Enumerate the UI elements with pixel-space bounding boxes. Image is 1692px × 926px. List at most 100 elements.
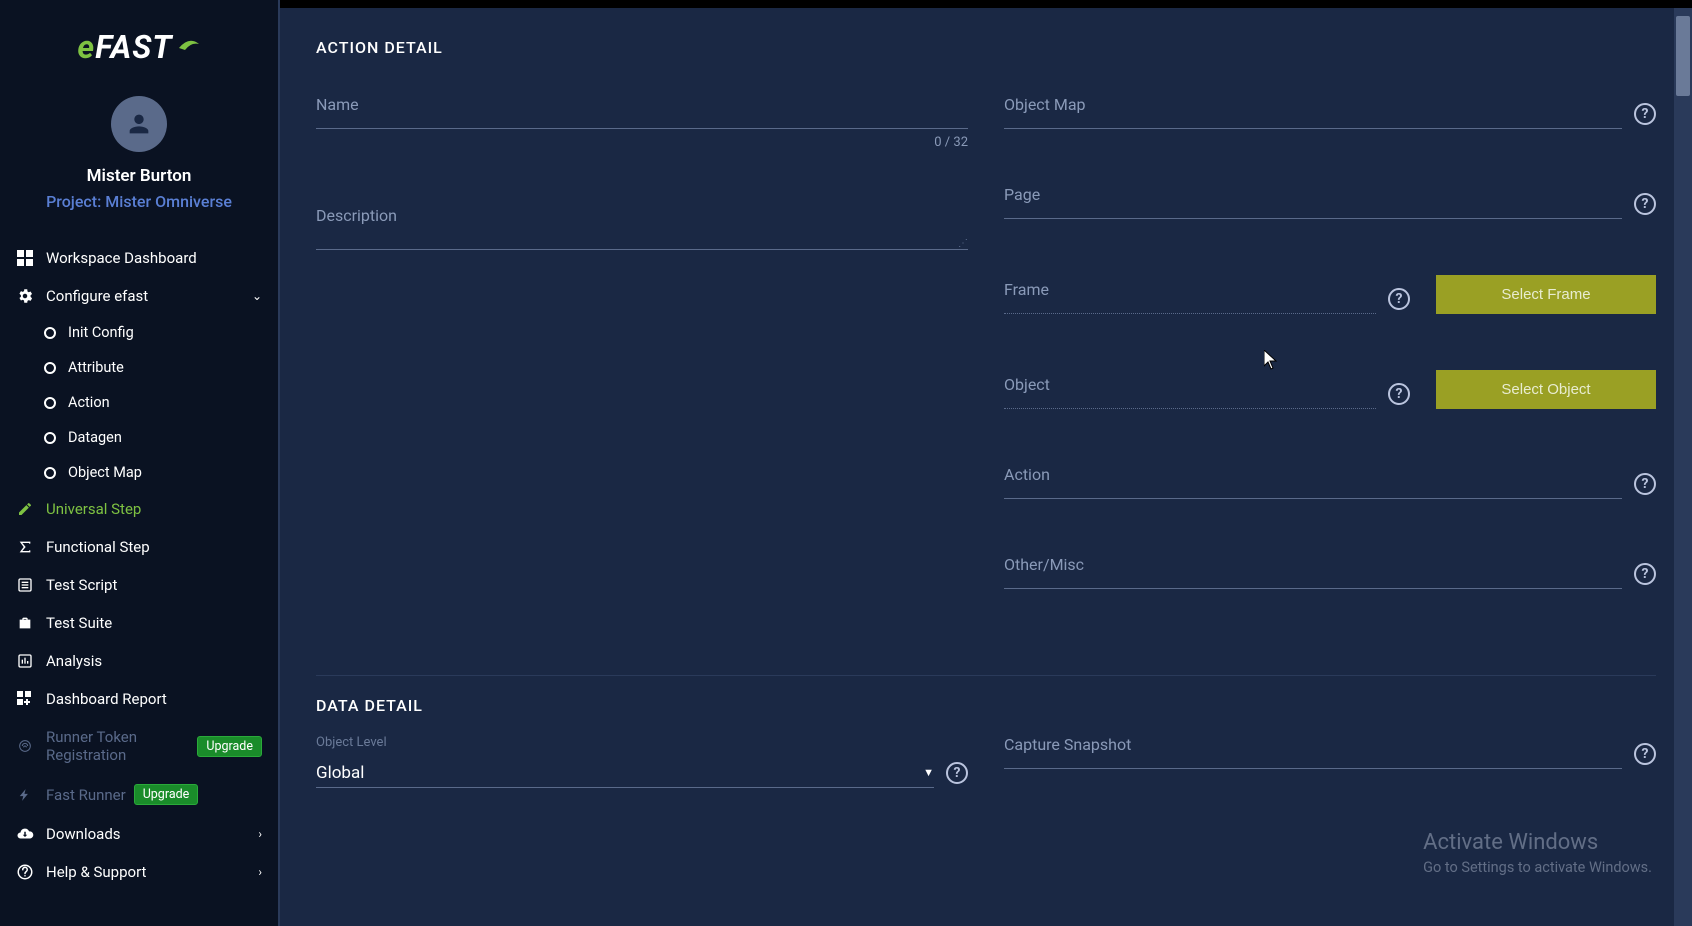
sidebar-item-label: Datagen: [68, 429, 122, 446]
logo-main: FAST: [95, 28, 172, 66]
list-icon: [16, 576, 34, 594]
help-icon[interactable]: ?: [1388, 288, 1410, 310]
sidebar-item-label: Analysis: [46, 652, 102, 670]
sidebar-item-label: Object Map: [68, 464, 142, 481]
object-field[interactable]: Object: [1004, 375, 1376, 409]
name-counter: 0 / 32: [316, 135, 968, 150]
sidebar-item-test-script[interactable]: Test Script: [0, 566, 278, 604]
avatar[interactable]: [111, 96, 167, 152]
chevron-down-icon: ⌄: [252, 289, 262, 303]
select-frame-button[interactable]: Select Frame: [1436, 275, 1656, 314]
object-input[interactable]: [1004, 375, 1376, 409]
sidebar-item-dashboard-report[interactable]: Dashboard Report: [0, 680, 278, 718]
action-input[interactable]: [1004, 465, 1622, 499]
object-level-value: Global: [316, 763, 364, 783]
help-icon[interactable]: ?: [1634, 563, 1656, 585]
sidebar-item-label: Attribute: [68, 359, 124, 376]
resize-handle-icon[interactable]: ⋰: [958, 241, 968, 247]
sidebar-item-label: Runner Token Registration: [46, 728, 189, 764]
logo-prefix: e: [77, 28, 95, 66]
vertical-scrollbar[interactable]: [1674, 8, 1692, 926]
name-input[interactable]: [316, 95, 968, 129]
frame-field[interactable]: Frame: [1004, 280, 1376, 314]
radio-icon: [44, 327, 56, 339]
sidebar-subitem-object-map[interactable]: Object Map: [28, 455, 278, 490]
sidebar-item-label: Action: [68, 394, 110, 411]
sidebar-item-downloads[interactable]: Downloads ›: [0, 815, 278, 853]
help-icon[interactable]: ?: [1634, 473, 1656, 495]
sidebar-item-label: Universal Step: [46, 500, 141, 518]
action-field[interactable]: Action: [1004, 465, 1622, 499]
user-name: Mister Burton: [0, 166, 278, 186]
sigma-icon: [16, 538, 34, 556]
pencil-icon: [16, 500, 34, 518]
gear-icon: [16, 287, 34, 305]
sidebar-item-label: Test Suite: [46, 614, 112, 632]
help-icon[interactable]: ?: [1388, 383, 1410, 405]
section-divider: [316, 675, 1656, 676]
chart-icon: [16, 652, 34, 670]
sidebar-subitem-attribute[interactable]: Attribute: [28, 350, 278, 385]
sidebar-item-label: Test Script: [46, 576, 117, 594]
sidebar-subitem-action[interactable]: Action: [28, 385, 278, 420]
watermark-subtitle: Go to Settings to activate Windows.: [1423, 859, 1652, 876]
chevron-right-icon: ›: [258, 827, 262, 841]
scrollbar-thumb[interactable]: [1676, 16, 1690, 96]
sidebar-item-functional-step[interactable]: Functional Step: [0, 528, 278, 566]
briefcase-icon: [16, 614, 34, 632]
sidebar-item-fast-runner[interactable]: Fast Runner Upgrade: [0, 774, 278, 815]
configure-efast-submenu: Init Config Attribute Action Datagen Obj…: [0, 315, 278, 490]
object-level-select[interactable]: Global ▼: [316, 754, 934, 788]
upgrade-badge: Upgrade: [197, 736, 262, 757]
sidebar-item-analysis[interactable]: Analysis: [0, 642, 278, 680]
radio-icon: [44, 432, 56, 444]
grid-plus-icon: [16, 690, 34, 708]
sidebar: eFAST Mister Burton Project: Mister Omni…: [0, 0, 280, 926]
cloud-down-icon: [16, 825, 34, 843]
sidebar-item-label: Downloads: [46, 825, 121, 843]
help-icon[interactable]: ?: [1634, 193, 1656, 215]
radio-icon: [44, 397, 56, 409]
sidebar-item-label: Init Config: [68, 324, 134, 341]
object-map-field[interactable]: Object Map: [1004, 95, 1622, 129]
sidebar-item-label: Help & Support: [46, 863, 146, 881]
sidebar-item-universal-step[interactable]: Universal Step: [0, 490, 278, 528]
swoosh-icon: [177, 28, 201, 52]
topbar: [280, 0, 1692, 8]
other-misc-input[interactable]: [1004, 555, 1622, 589]
description-field[interactable]: Description ⋰: [316, 206, 968, 250]
help-icon[interactable]: ?: [1634, 743, 1656, 765]
chevron-right-icon: ›: [258, 865, 262, 879]
name-field[interactable]: Name 0 / 32: [316, 95, 968, 150]
frame-input[interactable]: [1004, 280, 1376, 314]
select-object-button[interactable]: Select Object: [1436, 370, 1656, 409]
page-input[interactable]: [1004, 185, 1622, 219]
sidebar-subitem-datagen[interactable]: Datagen: [28, 420, 278, 455]
capture-snapshot-input[interactable]: [1004, 735, 1622, 769]
object-level-label: Object Level: [316, 735, 934, 750]
app-logo: eFAST: [0, 18, 278, 86]
page-field[interactable]: Page: [1004, 185, 1622, 219]
bolt-icon: [16, 786, 34, 804]
capture-snapshot-field[interactable]: Capture Snapshot: [1004, 735, 1622, 769]
help-icon[interactable]: ?: [946, 762, 968, 784]
sidebar-item-help-support[interactable]: Help & Support ›: [0, 853, 278, 891]
help-icon[interactable]: ?: [1634, 103, 1656, 125]
sidebar-item-workspace-dashboard[interactable]: Workspace Dashboard: [0, 239, 278, 277]
object-level-field[interactable]: Object Level Global ▼: [316, 735, 934, 788]
watermark-title: Activate Windows: [1423, 830, 1652, 855]
sidebar-item-runner-token-registration[interactable]: Runner Token Registration Upgrade: [0, 718, 278, 774]
sidebar-item-label: Configure efast: [46, 287, 148, 305]
sidebar-nav: Workspace Dashboard Configure efast ⌄ In…: [0, 239, 278, 891]
sidebar-subitem-init-config[interactable]: Init Config: [28, 315, 278, 350]
sidebar-item-label: Dashboard Report: [46, 690, 167, 708]
sidebar-item-label: Functional Step: [46, 538, 150, 556]
person-icon: [125, 110, 153, 138]
other-misc-field[interactable]: Other/Misc: [1004, 555, 1622, 589]
sidebar-item-configure-efast[interactable]: Configure efast ⌄: [0, 277, 278, 315]
fingerprint-icon: [16, 737, 34, 755]
sidebar-item-test-suite[interactable]: Test Suite: [0, 604, 278, 642]
dashboard-icon: [16, 249, 34, 267]
description-input[interactable]: ⋰: [316, 206, 968, 250]
object-map-input[interactable]: [1004, 95, 1622, 129]
